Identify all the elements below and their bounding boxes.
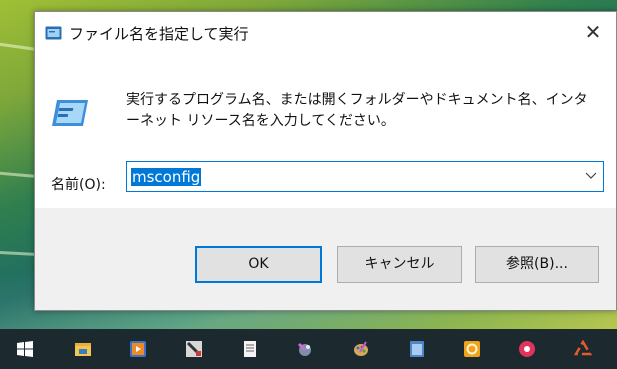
description-text: 実行するプログラム名、または開くフォルダーやドキュメント名、インターネット リソ… — [126, 92, 588, 129]
red-app-icon[interactable] — [518, 340, 536, 358]
document-app-icon[interactable] — [408, 340, 426, 358]
run-icon — [52, 100, 88, 126]
media-player-icon[interactable] — [129, 340, 147, 358]
notepad-icon[interactable] — [241, 340, 259, 358]
run-app-icon — [45, 26, 62, 40]
orange-app-icon[interactable] — [463, 340, 481, 358]
cancel-button[interactable]: キャンセル — [337, 246, 462, 283]
name-input[interactable]: msconfig — [131, 168, 202, 186]
taskbar — [0, 329, 617, 369]
run-dialog: ファイル名を指定して実行 ✕ 実行するプログラム名、または開くフォルダーやドキュ… — [34, 11, 617, 311]
recycle-app-icon[interactable] — [574, 340, 592, 358]
name-combobox[interactable]: msconfig — [126, 161, 604, 192]
start-icon[interactable] — [16, 340, 34, 358]
window-title: ファイル名を指定して実行 — [69, 25, 249, 43]
close-icon: ✕ — [584, 20, 602, 44]
close-button[interactable]: ✕ — [570, 12, 616, 52]
file-explorer-icon[interactable] — [74, 340, 92, 358]
tool-icon[interactable] — [296, 340, 314, 358]
dialog-footer: OK キャンセル 参照(B)... — [35, 208, 616, 310]
paint-icon[interactable] — [185, 340, 203, 358]
name-label: 名前(O): — [51, 177, 106, 193]
browse-button[interactable]: 参照(B)... — [475, 246, 599, 283]
paint-palette-icon[interactable] — [352, 340, 370, 358]
ok-button[interactable]: OK — [195, 246, 322, 283]
chevron-down-icon[interactable] — [585, 169, 597, 181]
title-bar[interactable]: ファイル名を指定して実行 ✕ — [35, 12, 616, 54]
